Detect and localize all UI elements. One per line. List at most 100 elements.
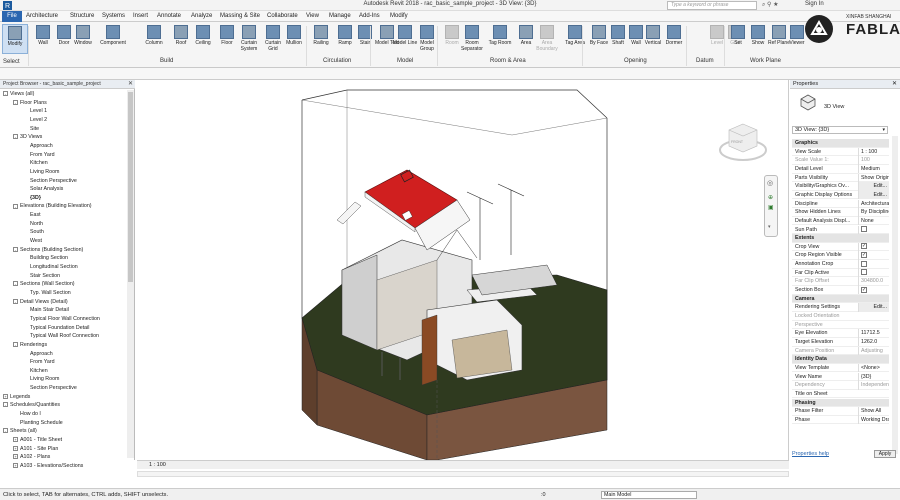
collapse-icon[interactable]: - (3, 91, 8, 97)
properties-help-link[interactable]: Properties help (792, 451, 829, 457)
property-row[interactable]: Dependency Independent (792, 381, 889, 390)
tab-manage[interactable]: Manage (329, 13, 351, 19)
viewcube[interactable]: FRONT (717, 118, 769, 164)
viewcube-face-label[interactable]: FRONT (731, 140, 743, 144)
browser-item[interactable]: -3D Views (13, 134, 42, 141)
browser-item[interactable]: + Legends (3, 394, 30, 401)
property-edit-button[interactable]: Edit... (858, 190, 889, 200)
collapse-icon[interactable]: - (13, 134, 18, 140)
browser-item[interactable]: From Yard (30, 152, 55, 159)
ceiling-button[interactable]: Ceiling (190, 24, 216, 54)
property-row[interactable]: Rendering Settings Edit... (792, 303, 889, 312)
collapse-icon[interactable]: - (13, 298, 18, 304)
properties-scrollbar[interactable] (892, 136, 898, 454)
tab-collaborate[interactable]: Collaborate (267, 13, 298, 19)
project-browser-scrollbar[interactable] (127, 90, 134, 458)
railing-button[interactable]: Railing (308, 24, 334, 54)
property-value[interactable] (858, 225, 889, 234)
browser-item[interactable]: + A101 - Site Plan (13, 446, 58, 453)
property-edit-button[interactable]: Edit... (858, 303, 889, 312)
property-checkbox[interactable]: ✓ (861, 252, 867, 259)
browser-item[interactable]: Approach (30, 143, 53, 150)
collapse-icon[interactable]: - (13, 246, 18, 252)
property-value[interactable]: ✓ (858, 251, 889, 260)
browser-item[interactable]: - Schedules/Quantities (3, 402, 60, 409)
room-separator-button[interactable]: Room Separator (459, 24, 485, 54)
property-value[interactable]: ✓ (858, 242, 889, 252)
browser-item[interactable]: Section Perspective (30, 178, 77, 185)
browser-item[interactable]: How do I (20, 411, 41, 418)
browser-item[interactable]: Site (30, 126, 39, 133)
tab-structure[interactable]: Structure (70, 13, 94, 19)
browser-item[interactable]: Typ. Wall Section (30, 290, 71, 297)
browser-item[interactable]: + A001 - Title Sheet (13, 437, 62, 444)
property-category[interactable]: Phasing (792, 398, 889, 408)
tab-analyze[interactable]: Analyze (191, 13, 212, 19)
browser-item[interactable]: Planting Schedule (20, 420, 63, 427)
property-value[interactable]: ✓ (858, 286, 889, 295)
expand-icon[interactable]: + (3, 393, 8, 399)
tab-annotate[interactable]: Annotate (157, 13, 181, 19)
property-row[interactable]: Default Analysis Displ... None (792, 216, 889, 226)
browser-item[interactable]: - Views (all) (3, 91, 34, 98)
browser-item[interactable]: East (30, 212, 41, 219)
apply-button[interactable]: Apply (874, 450, 896, 458)
browser-item[interactable]: Longitudinal Section (30, 264, 78, 271)
browser-item[interactable]: Approach (30, 351, 53, 358)
tab-modify[interactable]: Modify (390, 13, 408, 19)
browser-item[interactable]: - Elevations (Building Elevation) (13, 203, 92, 210)
property-row[interactable]: Graphic Display Options Edit... (792, 190, 889, 200)
property-row[interactable]: Phase Working Drawings (792, 415, 889, 425)
property-checkbox[interactable]: ✓ (861, 243, 867, 250)
browser-item[interactable]: Kitchen (30, 368, 48, 375)
select-panel-label[interactable]: Select (3, 59, 20, 65)
expand-icon[interactable]: + (13, 454, 18, 460)
browser-item[interactable]: West (30, 238, 42, 245)
browser-item[interactable]: Kitchen (30, 160, 48, 167)
property-value[interactable]: Architectural (858, 199, 889, 208)
collapse-icon[interactable]: - (13, 341, 18, 347)
property-row[interactable]: Title on Sheet (792, 390, 889, 399)
tab-massing-site[interactable]: Massing & Site (220, 13, 260, 19)
browser-item[interactable]: Living Room (30, 376, 59, 383)
browser-item[interactable]: Typical Foundation Detail (30, 325, 89, 332)
tab-architecture[interactable]: Architecture (26, 13, 58, 19)
property-value[interactable]: By Discipline (858, 208, 889, 217)
property-value[interactable]: 11712.5 (858, 329, 889, 338)
expand-icon[interactable]: + (13, 445, 18, 451)
dormer-button[interactable]: Dormer (661, 24, 687, 54)
property-row[interactable]: Crop Region Visible ✓ (792, 251, 889, 261)
property-row[interactable]: View Scale 1 : 100 (792, 147, 889, 157)
property-value[interactable]: None (858, 216, 889, 226)
property-row[interactable]: Show Hidden Lines By Discipline (792, 208, 889, 217)
close-icon[interactable]: ✕ (892, 80, 897, 89)
area-boundary-button[interactable]: Area Boundary (534, 24, 560, 54)
browser-item[interactable]: + A102 - Plans (13, 454, 50, 461)
property-row[interactable]: Detail Level Medium (792, 164, 889, 174)
browser-item[interactable]: Typical Floor Wall Connection (30, 316, 100, 323)
collapse-icon[interactable]: - (13, 203, 18, 209)
zoom-region-icon[interactable]: ▣ (768, 204, 774, 211)
browser-item[interactable]: Solar Analysis (30, 186, 63, 193)
property-row[interactable]: View Name {3D} (792, 372, 889, 382)
collapse-icon[interactable]: - (13, 281, 18, 287)
property-value[interactable]: Show Original (858, 173, 889, 182)
close-icon[interactable]: ✕ (128, 80, 133, 89)
scrollbar-thumb[interactable] (128, 92, 133, 282)
browser-item[interactable]: South (30, 229, 44, 236)
browser-item[interactable]: - Floor Plans (13, 100, 47, 107)
mullion-button[interactable]: Mullion (281, 24, 307, 54)
property-checkbox[interactable] (861, 269, 867, 276)
tag-area-button[interactable]: Tag Area (562, 24, 588, 54)
property-checkbox[interactable] (861, 226, 867, 233)
property-value[interactable]: Show All (858, 407, 889, 416)
property-row[interactable]: Target Elevation 1262.0 (792, 337, 889, 347)
tag-room-button[interactable]: Tag Room (487, 24, 513, 54)
browser-item[interactable]: {3D} (30, 195, 41, 202)
property-value[interactable]: 1 : 100 (858, 147, 889, 157)
tab-insert[interactable]: Insert (133, 13, 148, 19)
property-category[interactable]: Identity Data (792, 355, 889, 364)
building-model-3d[interactable] (137, 80, 697, 460)
property-category[interactable]: Graphics (792, 139, 889, 148)
browser-item[interactable]: North (30, 221, 43, 228)
